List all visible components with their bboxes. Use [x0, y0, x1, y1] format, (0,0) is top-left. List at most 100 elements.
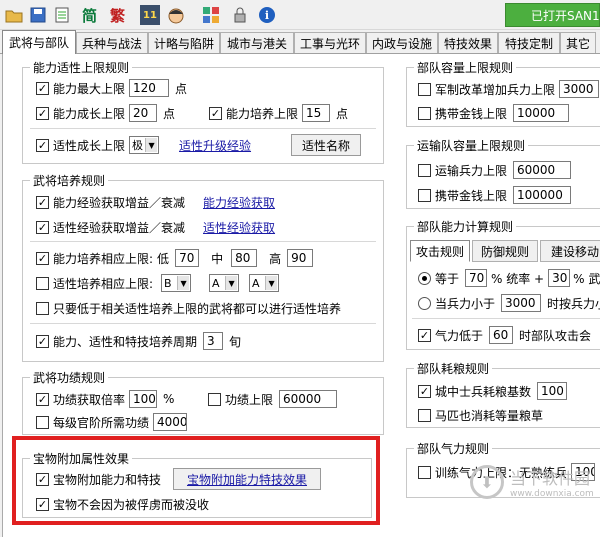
tab-troops-tactics[interactable]: 兵种与战法: [76, 32, 148, 53]
group-title: 部队容量上限规则: [414, 59, 517, 76]
simplified-button[interactable]: 简: [82, 5, 97, 26]
spirit-train-checkbox[interactable]: [418, 465, 431, 479]
label: 适性成长上限: [53, 138, 126, 153]
merit-rank-checkbox[interactable]: [36, 415, 49, 429]
ability-growth-input[interactable]: 20: [129, 104, 158, 122]
morale-input[interactable]: 60: [489, 326, 514, 344]
city-food-checkbox[interactable]: ✓: [418, 384, 431, 398]
calc-lt-input[interactable]: 3000: [501, 294, 542, 312]
label: 能力培养相应上限:: [53, 251, 154, 266]
label: 能力最大上限: [53, 81, 126, 96]
train-low-input[interactable]: 70: [175, 249, 200, 267]
exp2-checkbox[interactable]: ✓: [36, 220, 49, 234]
ability-max-checkbox[interactable]: ✓: [36, 81, 49, 95]
watermark-url: www.downxia.com: [510, 489, 594, 499]
ability-growth-checkbox[interactable]: ✓: [36, 106, 49, 120]
unit: %: [163, 392, 175, 406]
unit: 点: [175, 81, 188, 96]
save-icon[interactable]: [27, 4, 49, 26]
horse-food-row: 马匹也消耗等量粮草: [418, 405, 543, 425]
label: % 统率 +: [491, 271, 545, 286]
highlight-box: [12, 436, 380, 525]
transport-troops-checkbox[interactable]: [418, 163, 431, 177]
subtab-defense[interactable]: 防御规则: [472, 240, 538, 262]
subtab-build-move[interactable]: 建设移动: [540, 240, 600, 262]
calc-eq-input-1[interactable]: 70: [465, 269, 488, 287]
cycle-checkbox[interactable]: ✓: [36, 334, 49, 348]
train-mid-input[interactable]: 80: [231, 249, 258, 267]
reform-input[interactable]: 3000: [559, 80, 600, 98]
ability-train-checkbox[interactable]: ✓: [209, 106, 222, 120]
ability-growth-row: ✓ 能力成长上限 20 点: [36, 103, 175, 123]
apt-limit-checkbox[interactable]: [36, 276, 49, 290]
label: 适性经验获取增益／衰减: [53, 220, 186, 235]
merit-cap-checkbox[interactable]: [208, 392, 221, 406]
tab-skill-custom[interactable]: 特技定制: [498, 32, 560, 53]
cycle-row: ✓ 能力、适性和特技培养周期 3 旬: [36, 331, 241, 351]
label: 马匹也消耗等量粮草: [435, 408, 544, 423]
tab-domestic[interactable]: 内政与设施: [366, 32, 438, 53]
watermark: ⬇ 当下软件园 www.downxia.com: [470, 465, 594, 499]
group-title: 部队能力计算规则: [414, 218, 517, 235]
apt-growth-checkbox[interactable]: ✓: [36, 138, 49, 152]
unit: 点: [336, 106, 349, 121]
apt-growth-select[interactable]: 极 ▼: [129, 136, 160, 154]
exp1-link[interactable]: 能力经验获取: [203, 194, 275, 211]
apt-mid-select[interactable]: A ▼: [209, 274, 240, 292]
apt-high-select[interactable]: A ▼: [249, 274, 280, 292]
watermark-name: 当下软件园: [510, 469, 591, 488]
info-icon[interactable]: i: [256, 4, 278, 26]
city-food-input[interactable]: 100: [537, 382, 568, 400]
open-status-button[interactable]: 已打开SAN11PK: [505, 3, 600, 27]
label: 只要低于相关适性培养上限的武将都可以进行适性培养: [53, 301, 342, 316]
apt-exp-link[interactable]: 适性升级经验: [179, 137, 251, 154]
subtab-attack[interactable]: 攻击规则: [410, 240, 470, 262]
toolbar: 简 繁 11 i 已打开SAN11PK: [0, 0, 600, 30]
morale-checkbox[interactable]: ✓: [418, 328, 431, 342]
reform-row: 军制改革增加兵力上限 3000: [418, 79, 600, 99]
transport-gold-row: 携带金钱上限 100000: [418, 185, 572, 205]
train-limit-checkbox[interactable]: ✓: [36, 251, 49, 265]
calc-lt-row: 当兵力小于 3000 时按兵力小: [418, 293, 600, 313]
label: 中: [211, 251, 224, 266]
apt-name-button[interactable]: 适性名称: [291, 134, 361, 156]
label: 城中士兵耗粮基数: [435, 384, 532, 399]
version-badge-icon[interactable]: 11: [140, 5, 160, 25]
calc-eq-radio[interactable]: [418, 271, 431, 285]
ability-train-input[interactable]: 15: [302, 104, 331, 122]
face-icon[interactable]: [165, 4, 187, 26]
carry-checkbox[interactable]: [418, 106, 431, 120]
transport-gold-input[interactable]: 100000: [513, 186, 572, 204]
calc-icon[interactable]: [200, 4, 222, 26]
calc-eq-input-2[interactable]: 30: [548, 269, 571, 287]
tab-strategy-traps[interactable]: 计略与陷阱: [148, 32, 220, 53]
transport-troops-input[interactable]: 60000: [513, 161, 572, 179]
traditional-button[interactable]: 繁: [110, 5, 125, 26]
tab-works-halo[interactable]: 工事与光环: [294, 32, 366, 53]
checklist-icon[interactable]: [51, 4, 73, 26]
carry-input[interactable]: 10000: [513, 104, 570, 122]
label: 军制改革增加兵力上限: [435, 82, 556, 97]
calc-lt-radio[interactable]: [418, 296, 431, 310]
lock-icon[interactable]: [229, 4, 251, 26]
tab-cities-ports[interactable]: 城市与港关: [220, 32, 294, 53]
tab-other[interactable]: 其它: [560, 32, 596, 53]
folder-icon[interactable]: [3, 4, 25, 26]
horse-food-checkbox[interactable]: [418, 408, 431, 422]
only-checkbox[interactable]: [36, 301, 49, 315]
merit-rank-input[interactable]: 4000: [153, 413, 188, 431]
transport-gold-checkbox[interactable]: [418, 188, 431, 202]
apt-low-select[interactable]: B ▼: [161, 274, 192, 292]
train-high-input[interactable]: 90: [287, 249, 314, 267]
ability-train-row: ✓ 能力培养上限 15 点: [209, 103, 348, 123]
tab-generals-units[interactable]: 武将与部队: [2, 30, 76, 54]
merit-rate-checkbox[interactable]: ✓: [36, 392, 49, 406]
merit-cap-input[interactable]: 60000: [279, 390, 338, 408]
reform-checkbox[interactable]: [418, 82, 431, 96]
merit-rate-input[interactable]: 100: [129, 390, 158, 408]
exp2-link[interactable]: 适性经验获取: [203, 219, 275, 236]
tab-skill-effects[interactable]: 特技效果: [438, 32, 498, 53]
ability-max-input[interactable]: 120: [129, 79, 170, 97]
exp1-checkbox[interactable]: ✓: [36, 195, 49, 209]
cycle-input[interactable]: 3: [203, 332, 224, 350]
